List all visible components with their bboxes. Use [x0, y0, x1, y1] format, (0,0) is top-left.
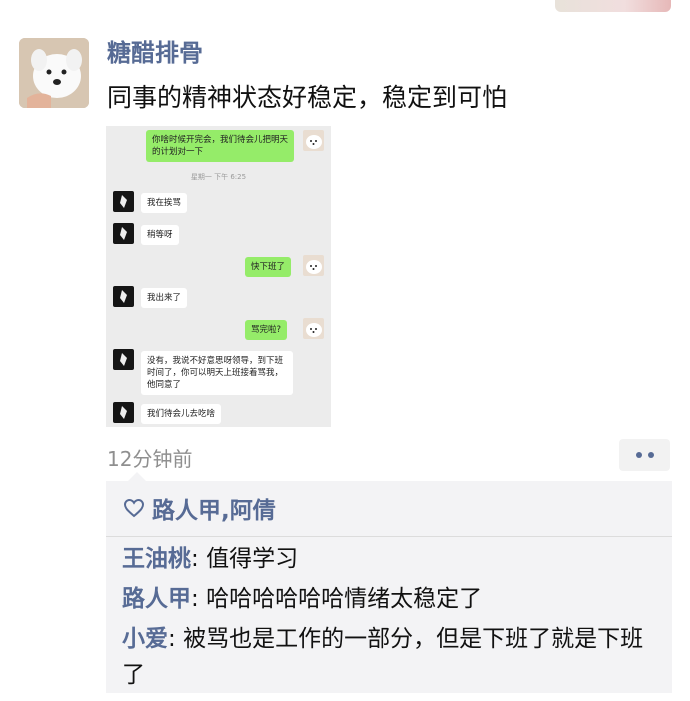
heart-outline-icon: [123, 498, 145, 518]
user-avatar[interactable]: [19, 38, 89, 108]
chat-bubble: 我在挨骂: [141, 193, 188, 213]
chat-bubble: 快下班了: [245, 257, 292, 277]
chat-bubble: 我出来了: [141, 288, 188, 308]
chat-timestamp: 星期一 下午 6:25: [190, 173, 247, 181]
comment-item[interactable]: 路人甲: 哈哈哈哈哈哈情绪太稳定了: [122, 581, 662, 617]
comment-author[interactable]: 王油桃: [122, 546, 191, 572]
more-actions-button[interactable]: [619, 439, 670, 471]
likes-row: 路人甲,阿倩: [122, 492, 276, 524]
dot-icon: [635, 452, 642, 458]
post-username[interactable]: 糖醋排骨: [107, 38, 203, 68]
comment-separator: :: [191, 546, 207, 572]
chat-screenshot-image[interactable]: 你啥时候开完会，我们待会儿把明天的计划对一下 星期一 下午 6:25 我在挨骂 …: [106, 126, 331, 427]
comment-text: 被骂也是工作的一部分，但是下班了就是下班了: [122, 626, 644, 688]
chat-bubble: 稍等呀: [141, 225, 179, 245]
chat-bubble: 没有，我说不好意思呀领导，到下班时间了，你可以明天上班接着骂我，他同意了: [141, 351, 293, 395]
previous-post-image-thumbnail[interactable]: [555, 0, 671, 12]
panel-caret: [128, 472, 146, 481]
comment-author[interactable]: 小爱: [122, 626, 168, 652]
dot-icon: [647, 452, 654, 458]
comment-item[interactable]: 小爱: 被骂也是工作的一部分，但是下班了就是下班了: [122, 621, 662, 693]
chat-avatar-icon: [113, 223, 134, 244]
dog-avatar-icon: [303, 318, 324, 339]
comment-author[interactable]: 路人甲: [122, 586, 191, 612]
chat-avatar-icon: [113, 402, 134, 423]
comment-text: 值得学习: [206, 546, 299, 572]
dog-avatar-icon: [303, 130, 324, 151]
divider: [106, 536, 672, 537]
chat-avatar-icon: [113, 349, 134, 370]
comment-separator: :: [168, 626, 184, 652]
comment-separator: :: [191, 586, 207, 612]
chat-bubble: 你啥时候开完会，我们待会儿把明天的计划对一下: [146, 130, 294, 162]
chat-bubble: 我们待会儿去吃啥: [141, 404, 222, 424]
dog-avatar-icon: [303, 255, 324, 276]
post-time: 12分钟前: [107, 447, 193, 471]
chat-avatar-icon: [113, 191, 134, 212]
likes-names[interactable]: 路人甲,阿倩: [152, 491, 276, 525]
chat-bubble: 骂完啦?: [245, 320, 288, 340]
comment-text: 哈哈哈哈哈哈情绪太稳定了: [206, 586, 483, 612]
post-text: 同事的精神状态好稳定，稳定到可怕: [107, 83, 508, 112]
dog-avatar-icon: [19, 38, 89, 108]
comment-item[interactable]: 王油桃: 值得学习: [122, 541, 662, 577]
chat-avatar-icon: [113, 286, 134, 307]
